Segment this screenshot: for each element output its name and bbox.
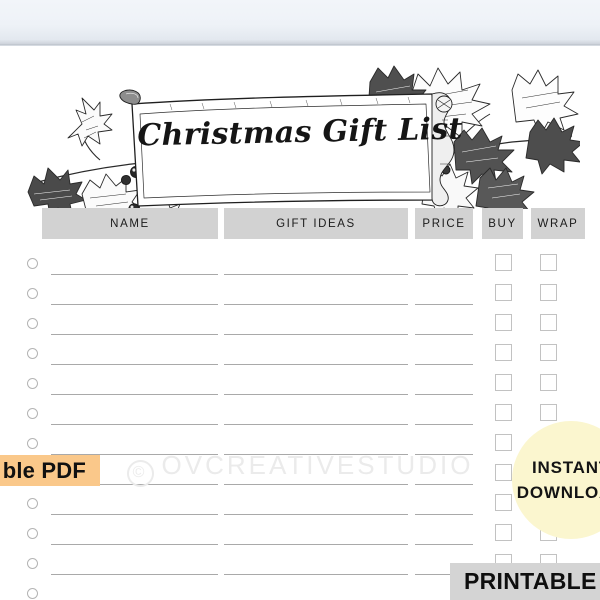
- printable-sheet: Christmas Gift List NAME GIFT IDEAS PRIC…: [0, 46, 600, 600]
- row-bullet-icon: [27, 528, 38, 539]
- gift-ideas-write-line[interactable]: [224, 274, 408, 275]
- table-row: [0, 251, 600, 281]
- row-bullet-icon: [27, 348, 38, 359]
- editable-pdf-badge: ble PDF: [0, 455, 100, 486]
- listing-image: Christmas Gift List NAME GIFT IDEAS PRIC…: [0, 0, 600, 600]
- name-write-line[interactable]: [51, 394, 218, 395]
- buy-checkbox[interactable]: [495, 254, 512, 271]
- buy-checkbox[interactable]: [495, 314, 512, 331]
- name-write-line[interactable]: [51, 574, 218, 575]
- gift-ideas-write-line[interactable]: [224, 574, 408, 575]
- buy-checkbox[interactable]: [495, 524, 512, 541]
- browser-top-band: [0, 0, 600, 45]
- row-bullet-icon: [27, 498, 38, 509]
- table-row: [0, 311, 600, 341]
- price-write-line[interactable]: [415, 334, 473, 335]
- gift-ideas-write-line[interactable]: [224, 304, 408, 305]
- price-write-line[interactable]: [415, 304, 473, 305]
- gift-ideas-write-line[interactable]: [224, 334, 408, 335]
- wrap-checkbox[interactable]: [540, 374, 557, 391]
- table-row: [0, 491, 600, 521]
- wrap-checkbox[interactable]: [540, 404, 557, 421]
- gift-ideas-write-line[interactable]: [224, 484, 408, 485]
- name-write-line[interactable]: [51, 514, 218, 515]
- gift-ideas-write-line[interactable]: [224, 394, 408, 395]
- row-bullet-icon: [27, 438, 38, 449]
- table-row: [0, 401, 600, 431]
- price-write-line[interactable]: [415, 454, 473, 455]
- row-bullet-icon: [27, 288, 38, 299]
- table-row: [0, 521, 600, 551]
- price-write-line[interactable]: [415, 424, 473, 425]
- buy-checkbox[interactable]: [495, 404, 512, 421]
- price-write-line[interactable]: [415, 484, 473, 485]
- instant-download-line1: INSTANT: [532, 457, 600, 477]
- buy-checkbox[interactable]: [495, 464, 512, 481]
- row-bullet-icon: [27, 408, 38, 419]
- buy-checkbox[interactable]: [495, 434, 512, 451]
- price-write-line[interactable]: [415, 544, 473, 545]
- name-write-line[interactable]: [51, 274, 218, 275]
- wrap-checkbox[interactable]: [540, 344, 557, 361]
- price-write-line[interactable]: [415, 274, 473, 275]
- row-bullet-icon: [27, 258, 38, 269]
- buy-checkbox[interactable]: [495, 374, 512, 391]
- buy-checkbox[interactable]: [495, 344, 512, 361]
- gift-ideas-write-line[interactable]: [224, 454, 408, 455]
- gift-list-rows: [0, 46, 600, 600]
- name-write-line[interactable]: [51, 544, 218, 545]
- row-bullet-icon: [27, 558, 38, 569]
- table-row: [0, 281, 600, 311]
- wrap-checkbox[interactable]: [540, 284, 557, 301]
- gift-ideas-write-line[interactable]: [224, 424, 408, 425]
- printable-badge: PRINTABLE |: [450, 563, 600, 600]
- buy-checkbox[interactable]: [495, 494, 512, 511]
- instant-download-line2: DOWNLOAD: [516, 482, 600, 502]
- table-row: [0, 371, 600, 401]
- buy-checkbox[interactable]: [495, 284, 512, 301]
- name-write-line[interactable]: [51, 364, 218, 365]
- name-write-line[interactable]: [51, 334, 218, 335]
- price-write-line[interactable]: [415, 514, 473, 515]
- price-write-line[interactable]: [415, 394, 473, 395]
- gift-ideas-write-line[interactable]: [224, 514, 408, 515]
- gift-ideas-write-line[interactable]: [224, 544, 408, 545]
- name-write-line[interactable]: [51, 424, 218, 425]
- price-write-line[interactable]: [415, 364, 473, 365]
- row-bullet-icon: [27, 378, 38, 389]
- wrap-checkbox[interactable]: [540, 314, 557, 331]
- gift-ideas-write-line[interactable]: [224, 364, 408, 365]
- row-bullet-icon: [27, 318, 38, 329]
- name-write-line[interactable]: [51, 304, 218, 305]
- row-bullet-icon: [27, 588, 38, 599]
- table-row: [0, 341, 600, 371]
- wrap-checkbox[interactable]: [540, 254, 557, 271]
